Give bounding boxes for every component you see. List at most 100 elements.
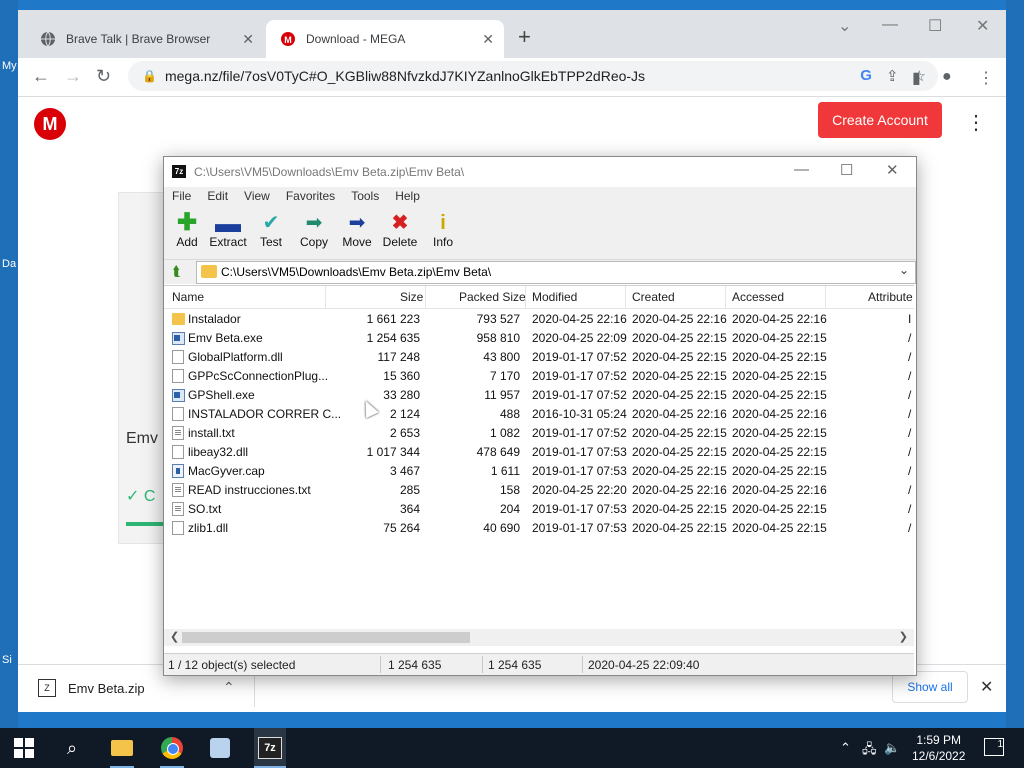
menu-help[interactable]: Help [387,187,428,207]
maximize-icon[interactable]: ☐ [840,161,853,179]
column-separator[interactable] [725,286,726,308]
file-attr: / [908,331,912,345]
minimize-icon[interactable]: — [882,16,898,34]
globe-icon [40,31,56,47]
start-button[interactable] [12,736,36,760]
add-button[interactable]: ✚ Add [164,211,210,250]
tool-label: Extract [209,235,247,249]
move-button[interactable]: ➡ Move [334,211,380,249]
scrollbar-thumb[interactable] [182,632,470,643]
menu-file[interactable]: File [164,187,199,207]
minimize-icon[interactable]: — [794,161,809,178]
table-row[interactable]: GPShell.exe 33 280 11 957 2019-01-17 07:52 2… [164,386,914,405]
table-row[interactable]: install.txt 2 653 1 082 2019-01-17 07:52 202… [164,424,914,443]
address-bar[interactable]: 🔒 mega.nz/file/7osV0TyC#O_KGBliw88Nfvzkd… [128,61,938,91]
column-header-size[interactable]: Size [400,290,423,304]
mega-favicon-icon: M [280,31,296,47]
path-combobox[interactable]: C:\Users\VM5\Downloads\Emv Beta.zip\Emv … [196,261,916,284]
column-header-attribute[interactable]: Attribute [868,290,913,304]
browser-menu-icon[interactable]: ⋮ [978,68,994,88]
back-icon[interactable]: ← [32,66,50,87]
table-row[interactable]: INSTALADOR CORRER C... 2 124 488 2016-10-31… [164,405,914,424]
menu-favorites[interactable]: Favorites [278,187,343,207]
horizontal-scrollbar[interactable]: ❮ ❯ [164,629,914,646]
tab-search-icon[interactable]: ⌄ [838,16,851,36]
close-tab-icon[interactable]: ✕ [482,31,494,48]
network-status-icon[interactable]: 🖧 [862,740,877,762]
selected-size: 1 254 635 [388,658,442,672]
table-row[interactable]: zlib1.dll 75 264 40 690 2019-01-17 07:53 202… [164,519,914,538]
table-row[interactable]: GlobalPlatform.dll 117 248 43 800 2019-01-1… [164,348,914,367]
menu-tools[interactable]: Tools [343,187,387,207]
test-button[interactable]: ✔ Test [248,211,294,249]
download-filename[interactable]: Emv Beta.zip [68,681,145,696]
column-separator[interactable] [825,286,826,308]
table-row[interactable]: Emv Beta.exe 1 254 635 958 810 2020-04-25 2… [164,329,914,348]
side-panel-icon[interactable]: ▮ [912,68,921,88]
file-explorer-icon[interactable] [110,736,134,760]
table-row[interactable]: READ instrucciones.txt 285 158 2020-04-25 2… [164,481,914,500]
scroll-right-icon[interactable]: ❯ [899,630,908,643]
tab-title: Brave Talk | Brave Browser [66,32,211,46]
extract-button[interactable]: ▬ Extract [205,210,251,249]
volume-icon[interactable]: 🔈 [884,740,900,756]
column-separator[interactable] [325,286,326,308]
file-accessed: 2020-04-25 22:15 [732,369,827,383]
reload-icon[interactable]: ↻ [96,66,111,87]
tab-brave-talk[interactable]: Brave Talk | Brave Browser ✕ [26,20,264,58]
menu-view[interactable]: View [236,187,278,207]
close-window-icon[interactable]: ✕ [886,161,899,179]
column-separator[interactable] [525,286,526,308]
chevron-down-icon[interactable]: ⌄ [899,263,909,277]
network-app-icon[interactable] [208,736,232,760]
table-row[interactable]: libeay32.dll 1 017 344 478 649 2019-01-17 0… [164,443,914,462]
file-created: 2020-04-25 22:15 [632,464,727,478]
share-icon[interactable]: ⇪ [886,67,899,85]
close-window-icon[interactable]: ✕ [976,16,989,36]
dll-file-icon [172,369,184,383]
maximize-icon[interactable]: ☐ [928,16,942,36]
file-created: 2020-04-25 22:15 [632,445,727,459]
selected-modified: 2020-04-25 22:09:40 [588,658,700,672]
google-icon[interactable]: G [860,67,872,85]
column-header-created[interactable]: Created [632,290,675,304]
table-row[interactable]: MacGyver.cap 3 467 1 611 2019-01-17 07:53 20… [164,462,914,481]
forward-icon[interactable]: → [64,66,82,87]
menu-edit[interactable]: Edit [199,187,236,207]
new-tab-button[interactable]: + [518,24,531,50]
column-header-name[interactable]: Name [172,290,204,304]
sevenzip-taskbar-icon[interactable]: 7z [258,736,282,760]
chrome-icon[interactable] [160,736,184,760]
column-separator[interactable] [425,286,426,308]
chevron-up-icon[interactable]: ⌃ [223,679,235,696]
desktop-label: My [2,60,17,72]
file-modified: 2019-01-17 07:52 [532,426,627,440]
copy-button[interactable]: ➡ Copy [291,211,337,249]
close-tab-icon[interactable]: ✕ [242,31,254,48]
tray-overflow-icon[interactable]: ⌃ [840,740,851,756]
dll-file-icon [172,445,184,459]
notification-count: 1 [997,739,1003,750]
scroll-left-icon[interactable]: ❮ [170,630,179,643]
search-icon[interactable]: ⌕ [60,736,84,760]
tab-mega-download[interactable]: M Download - MEGA ✕ [266,20,504,58]
system-clock[interactable]: 1:59 PM 12/6/2022 [912,732,965,764]
notification-center-icon[interactable]: 1 [984,738,1004,756]
delete-button[interactable]: ✖ Delete [377,211,423,249]
info-button[interactable]: i Info [420,211,466,249]
column-separator[interactable] [625,286,626,308]
table-row[interactable]: GPPcScConnectionPlug... 15 360 7 170 2019-0… [164,367,914,386]
profile-avatar-icon[interactable]: ● [942,68,952,86]
column-header-packed-size[interactable]: Packed Size [459,290,526,304]
column-header-modified[interactable]: Modified [532,290,577,304]
mega-logo[interactable]: M [34,108,66,140]
page-menu-icon[interactable]: ⋮ [966,110,986,135]
folder-up-icon[interactable]: ⮬ [168,263,186,281]
column-header-accessed[interactable]: Accessed [732,290,784,304]
file-accessed: 2020-04-25 22:15 [732,464,827,478]
close-shelf-icon[interactable]: ✕ [980,677,993,697]
sevenzip-titlebar[interactable]: 7z C:\Users\VM5\Downloads\Emv Beta.zip\E… [164,157,916,187]
table-row[interactable]: SO.txt 364 204 2019-01-17 07:53 2020-04-25 2… [164,500,914,519]
create-account-button[interactable]: Create Account [818,102,942,138]
table-row[interactable]: Instalador 1 661 223 793 527 2020-04-25 22:… [164,310,914,329]
